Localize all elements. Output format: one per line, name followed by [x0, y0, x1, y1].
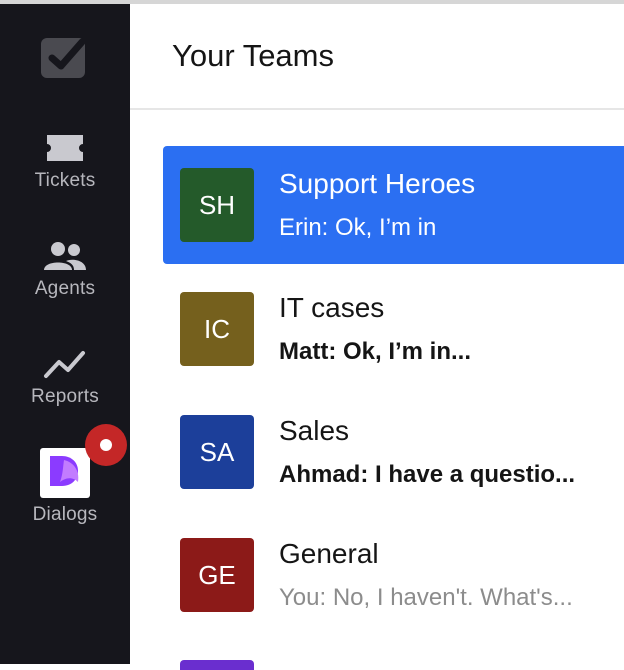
sidebar-item-tickets[interactable]: Tickets	[0, 132, 130, 192]
avatar: SH	[180, 168, 254, 242]
sidebar-item-label: Tickets	[34, 170, 96, 191]
ticket-icon	[47, 135, 83, 161]
team-row[interactable]: SA Sales Ahmad: I have a questio...	[163, 393, 624, 511]
team-list: SH Support Heroes Erin: Ok, I’m in IC IT…	[130, 110, 624, 664]
team-last-message: Erin: Ok, I’m in	[279, 214, 437, 241]
team-name: Support Heroes	[279, 168, 476, 199]
sidebar-item-label: Dialogs	[32, 504, 98, 525]
sidebar-item-label: Reports	[31, 386, 99, 407]
team-row[interactable]: SH Support Heroes Erin: Ok, I’m in	[163, 146, 624, 264]
team-name: IT cases	[279, 292, 385, 323]
header: Your Teams	[130, 4, 624, 110]
avatar: IC	[180, 292, 254, 366]
sidebar: Tickets Agents Reports Dialogs	[0, 4, 130, 664]
team-name: Sales	[279, 415, 350, 446]
reports-icon	[44, 351, 85, 378]
sidebar-item-label: Agents	[34, 278, 96, 299]
team-last-message: Matt: Ok, I’m in...	[279, 338, 472, 365]
sidebar-item-agents[interactable]: Agents	[0, 240, 130, 300]
avatar: SA	[180, 415, 254, 489]
avatar	[180, 660, 254, 670]
avatar: GE	[180, 538, 254, 612]
team-row[interactable]: IC IT cases Matt: Ok, I’m in...	[163, 270, 624, 388]
notification-badge	[85, 424, 127, 466]
agents-icon	[44, 242, 86, 270]
team-last-message: Ahmad: I have a questio...	[279, 461, 576, 488]
team-name: General	[279, 538, 379, 569]
team-row[interactable]: GE General You: No, I haven't. What's...	[163, 516, 624, 634]
badge-dot	[100, 439, 112, 451]
checkbox-logo-icon[interactable]	[38, 34, 90, 82]
dialogs-icon	[40, 448, 90, 498]
team-last-message: You: No, I haven't. What's...	[279, 584, 573, 611]
sidebar-item-reports[interactable]: Reports	[0, 348, 130, 408]
page-title: Your Teams	[172, 38, 334, 73]
